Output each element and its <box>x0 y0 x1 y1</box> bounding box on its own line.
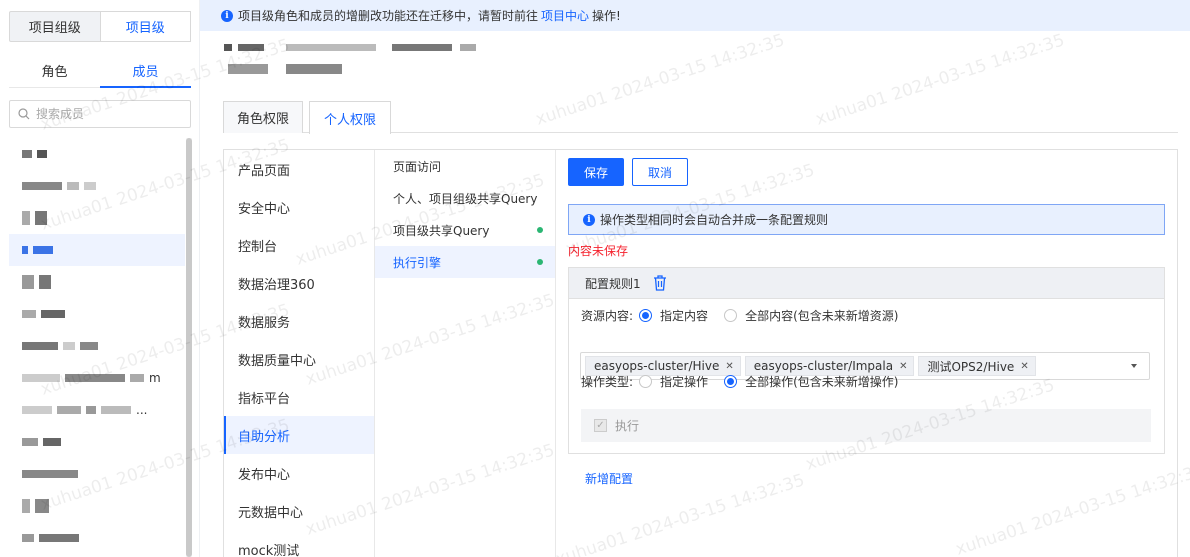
list-item[interactable] <box>9 202 185 234</box>
list-item[interactable] <box>9 266 185 298</box>
rule-editor: 保存 取消 i 操作类型相同时会自动合并成一条配置规则 内容未保存 配置规则1 … <box>556 150 1178 557</box>
resource-type-item-selected[interactable]: 执行引擎 <box>375 246 555 278</box>
tab-project-level[interactable]: 项目级 <box>99 11 191 42</box>
resource-tag: 测试OPS2/Hive ✕ <box>918 356 1036 376</box>
status-dot <box>537 227 543 233</box>
project-center-link[interactable]: 项目中心 <box>541 7 589 24</box>
tip-text: 操作类型相同时会自动合并成一条配置规则 <box>600 213 829 227</box>
resource-type-list: 页面访问 个人、项目组级共享Query 项目级共享Query 执行引擎 <box>375 150 556 557</box>
radio-unchecked[interactable] <box>724 309 738 322</box>
add-config-button[interactable]: 新增配置 <box>585 470 633 487</box>
product-item[interactable]: 数据服务 <box>224 302 374 340</box>
config-rule-card: 配置规则1 资源内容: 指定内容 全部内容(包含未来新增资源) easyops-… <box>568 267 1165 454</box>
delete-icon[interactable] <box>653 275 667 291</box>
close-icon[interactable]: ✕ <box>1020 361 1028 372</box>
info-icon: i <box>583 213 595 226</box>
product-item[interactable]: 数据质量中心 <box>224 340 374 378</box>
tab-personal-permission[interactable]: 个人权限 <box>309 101 391 134</box>
scrollbar-thumb[interactable] <box>186 138 192 557</box>
rule-header: 配置规则1 <box>569 268 1164 299</box>
app-root: 项目组级 项目级 角色 成员 m ... <box>0 0 1190 557</box>
tab-role-permission[interactable]: 角色权限 <box>223 101 303 133</box>
operation-row: 操作类型: 指定操作 全部操作(包含未来新增操作) <box>581 373 914 390</box>
notice-text-after: 操作! <box>592 9 621 23</box>
resource-type-label: 执行引擎 <box>393 255 442 270</box>
tab-project-group-level[interactable]: 项目组级 <box>10 12 100 41</box>
list-item[interactable] <box>9 330 185 362</box>
product-item[interactable]: 控制台 <box>224 226 374 264</box>
resource-type-label: 个人、项目组级共享Query <box>393 191 538 206</box>
list-item[interactable] <box>9 170 185 202</box>
list-item[interactable] <box>9 522 185 554</box>
product-list: 产品页面 安全中心 控制台 数据治理360 数据服务 数据质量中心 指标平台 自… <box>224 150 375 557</box>
product-item[interactable]: 元数据中心 <box>224 492 374 530</box>
product-item[interactable]: mock测试 <box>224 530 374 557</box>
resource-label: 资源内容: <box>581 309 634 323</box>
operation-options: ✓ 执行 <box>581 409 1151 442</box>
resource-type-item[interactable]: 项目级共享Query <box>375 214 555 246</box>
list-item[interactable]: ... <box>9 394 185 426</box>
member-scrollbar[interactable] <box>186 138 192 557</box>
sub-tabs: 角色 成员 <box>9 54 191 88</box>
cancel-button[interactable]: 取消 <box>632 158 688 186</box>
resource-type-item[interactable]: 页面访问 <box>375 150 555 182</box>
radio-checked[interactable] <box>724 375 738 388</box>
product-item[interactable]: 安全中心 <box>224 188 374 226</box>
operation-label: 操作类型: <box>581 375 634 389</box>
list-item[interactable] <box>9 490 185 522</box>
radio-unchecked[interactable] <box>639 375 653 388</box>
product-item[interactable]: 指标平台 <box>224 378 374 416</box>
list-item-selected[interactable] <box>9 234 185 266</box>
product-item[interactable]: 数据治理360 <box>224 264 374 302</box>
radio-all-resource[interactable]: 全部内容(包含未来新增资源) <box>724 307 898 324</box>
disabled-checkbox: ✓ <box>594 419 607 432</box>
radio-all-op[interactable]: 全部操作(包含未来新增操作) <box>724 373 898 390</box>
member-search <box>9 100 191 128</box>
radio-specified-resource[interactable]: 指定内容 <box>639 307 708 324</box>
unsaved-warning: 内容未保存 <box>568 244 629 258</box>
permission-panel: 产品页面 安全中心 控制台 数据治理360 数据服务 数据质量中心 指标平台 自… <box>223 149 1178 557</box>
close-icon[interactable]: ✕ <box>725 361 733 372</box>
product-item[interactable]: 产品页面 <box>224 150 374 188</box>
search-icon <box>18 108 30 120</box>
tab-role[interactable]: 角色 <box>9 54 100 87</box>
product-item[interactable]: 发布中心 <box>224 454 374 492</box>
permission-tabs: 角色权限 个人权限 <box>223 101 1178 134</box>
resource-row: 资源内容: 指定内容 全部内容(包含未来新增资源) <box>581 307 914 324</box>
resource-type-label: 页面访问 <box>393 159 442 174</box>
info-icon: i <box>221 9 233 22</box>
level-segment: 项目组级 项目级 <box>9 11 191 42</box>
rule-title: 配置规则1 <box>585 276 641 291</box>
list-item[interactable] <box>9 298 185 330</box>
notice-text: 项目级角色和成员的增删改功能还在迁移中，请暂时前往 <box>238 9 539 23</box>
list-item[interactable]: m <box>9 362 185 394</box>
radio-checked[interactable] <box>639 309 653 322</box>
left-panel: 项目组级 项目级 角色 成员 m ... <box>0 0 200 557</box>
member-list: m ... <box>9 138 185 557</box>
product-item-selected[interactable]: 自助分析 <box>224 416 374 454</box>
tab-member[interactable]: 成员 <box>100 54 191 88</box>
resource-type-label: 项目级共享Query <box>393 223 490 238</box>
operation-execute-label: 执行 <box>615 419 640 433</box>
resource-type-item[interactable]: 个人、项目组级共享Query <box>375 182 555 214</box>
status-dot <box>537 259 543 265</box>
merge-tip: i 操作类型相同时会自动合并成一条配置规则 <box>568 204 1165 235</box>
chevron-down-icon[interactable] <box>1131 364 1137 368</box>
list-item[interactable] <box>9 458 185 490</box>
save-button[interactable]: 保存 <box>568 158 624 186</box>
member-title-blurred <box>224 44 524 78</box>
list-item[interactable] <box>9 426 185 458</box>
list-item[interactable] <box>9 138 185 170</box>
close-icon[interactable]: ✕ <box>899 361 907 372</box>
notice-bar: i 项目级角色和成员的增删改功能还在迁移中，请暂时前往 项目中心 操作! <box>200 0 1190 31</box>
search-input[interactable] <box>36 107 176 121</box>
radio-specified-op[interactable]: 指定操作 <box>639 373 708 390</box>
